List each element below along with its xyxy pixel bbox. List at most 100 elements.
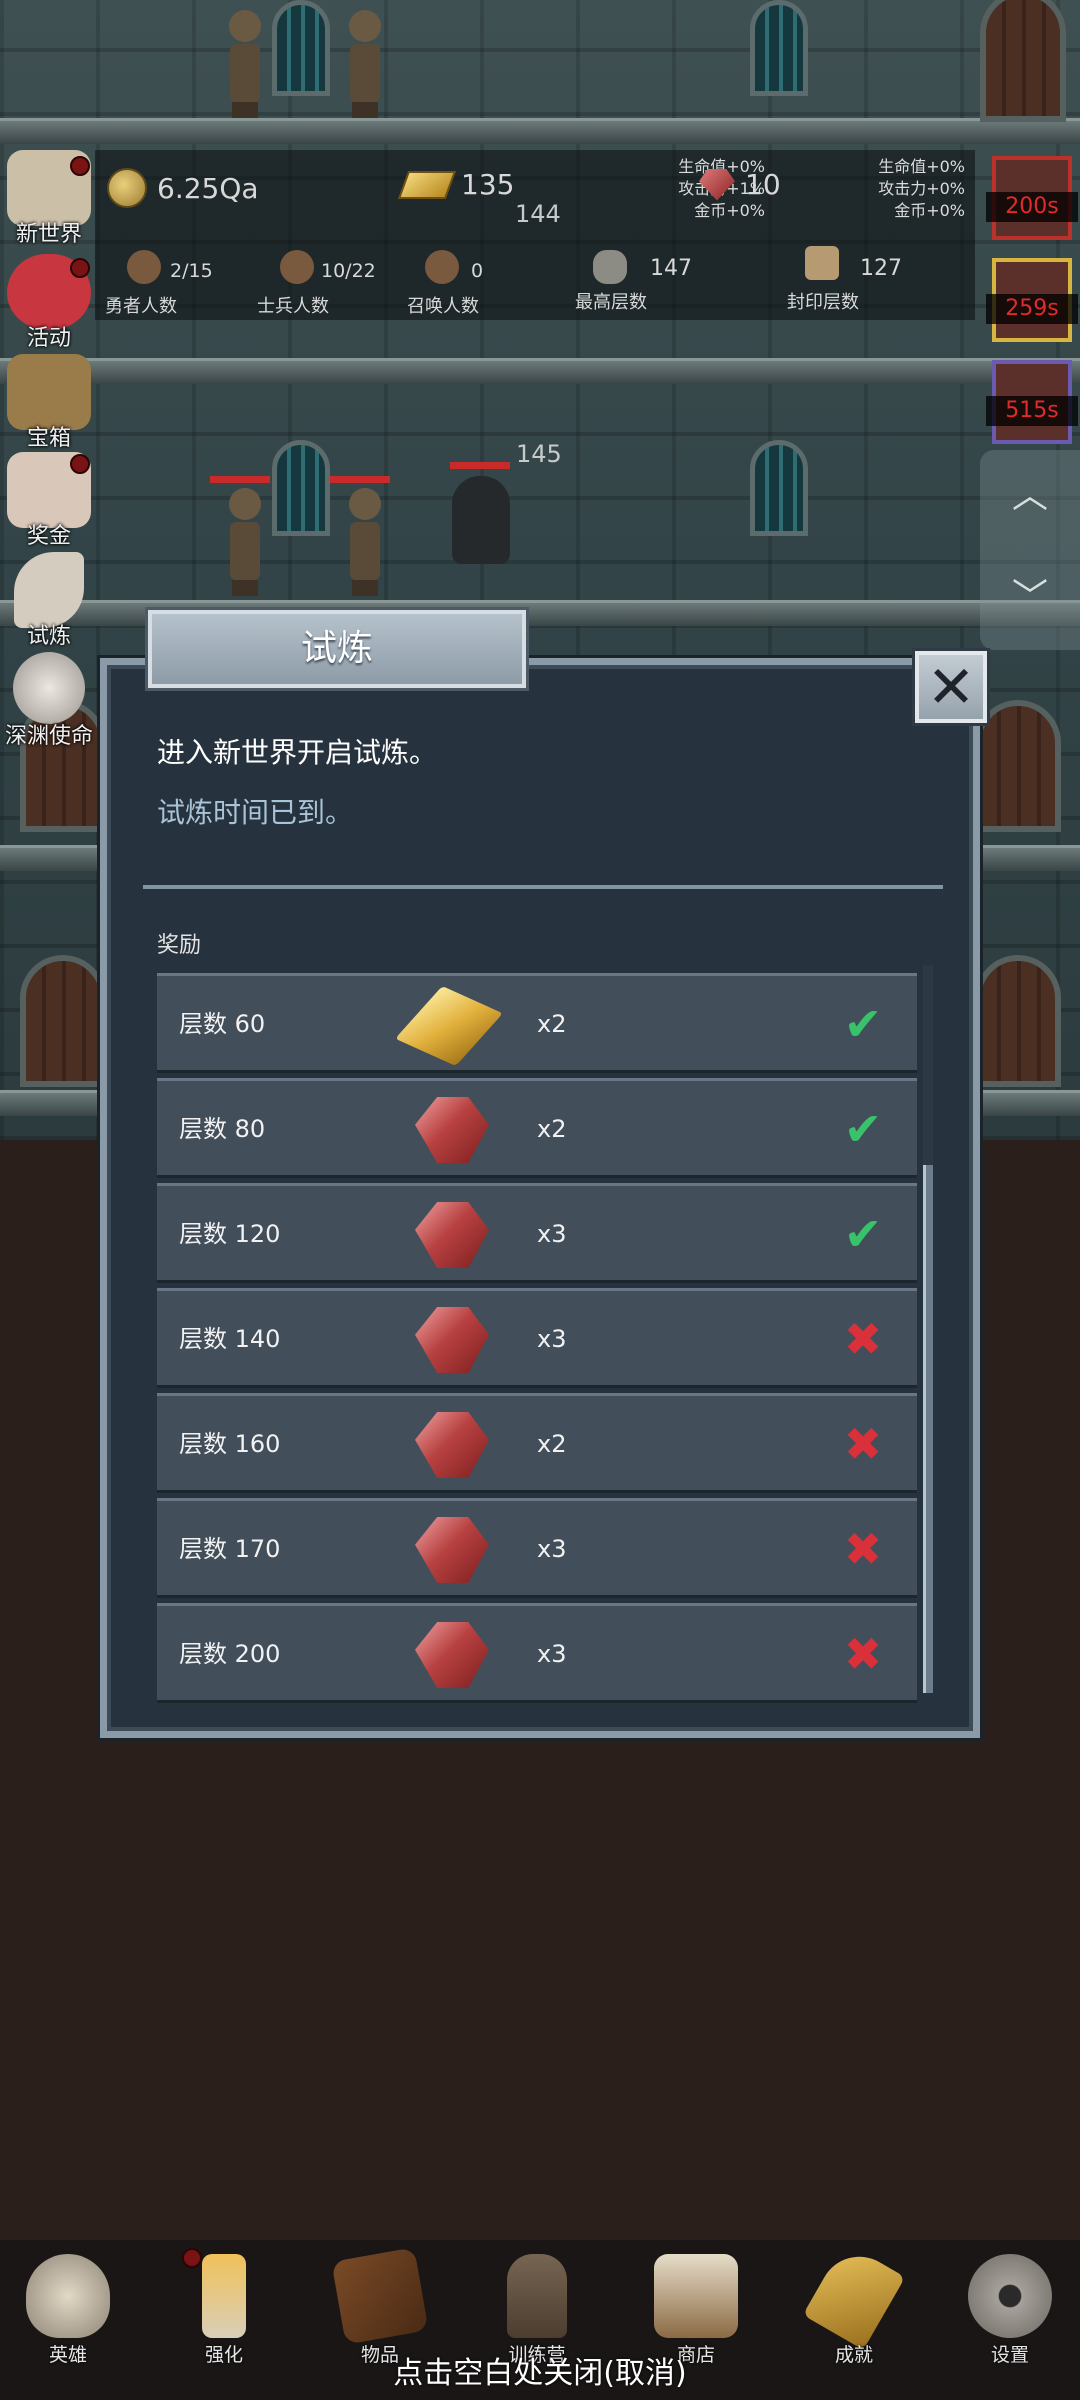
reward-qty: x3 [537,1220,567,1248]
label-text: 最高层数 [575,292,647,313]
ruby-icon [415,1097,489,1163]
book-icon [331,2247,429,2345]
reward-row: 层数 140 x3 ✖ [157,1288,917,1388]
ruby-icon [415,1307,489,1373]
coin-counter: 6.25Qa [107,168,259,208]
soldier-icon [280,250,314,284]
side-item-label: 宝箱 [26,426,71,451]
reward-qty: x3 [537,1535,567,1563]
cross-icon: ✖ [843,1522,883,1576]
gold-bar-icon [397,170,457,199]
label-text: 勇者人数 [105,296,177,317]
reward-qty: x3 [537,1325,567,1353]
coin-icon [107,168,147,208]
timer-reward-button[interactable]: 259s [986,258,1078,342]
bonus-coin: 金币+0% [694,201,765,220]
stone-icon [593,250,627,284]
candle-icon [202,2254,246,2338]
enemy-hp-bar [450,462,510,469]
check-icon: ✔ [843,1207,883,1261]
highest-floor-label: 最高层数 [575,288,647,314]
ruby-icon [415,1412,489,1478]
notification-dot [70,454,90,474]
summon-count: 0 [471,260,483,282]
enemy-hp-bar [210,476,270,483]
hero-character [225,488,265,598]
soldier-count-label: 士兵人数 [257,292,329,318]
bonus-hp: 生命值+0% [878,157,965,176]
notification-dot [182,2248,202,2268]
divider [143,885,943,889]
floor-ledge [0,118,1080,144]
hero-count-value: 2/15 [170,260,213,282]
reward-level: 层数 120 [179,1220,281,1248]
side-abyss-button[interactable]: 深渊使命 [0,652,98,749]
window [750,440,808,536]
enemy-hp-bar [330,476,390,483]
reward-level: 层数 170 [179,1535,281,1563]
reward-qty: x2 [537,1010,567,1038]
close-icon: ✕ [926,653,976,721]
reward-row: 层数 60 x2 ✔ [157,973,917,1073]
scroll-down-button[interactable]: ﹀ [1010,578,1050,618]
window [272,440,330,536]
timer-text: 515s [986,396,1078,426]
timer-reward-button[interactable]: 515s [986,360,1078,444]
reward-qty: x3 [537,1640,567,1668]
gold-value: 135 [461,168,515,201]
close-button[interactable]: ✕ [915,651,987,723]
resource-hud: 6.25Qa 135 144 生命值+0% 攻击力+1% 金币+0% 10 生命… [95,150,975,320]
summon-count-label: 召唤人数 [407,292,479,318]
summon-icon [425,250,459,284]
gear-icon [968,2254,1052,2338]
key-icon [802,2242,906,2350]
summon-count-value: 0 [471,260,484,282]
dialog-description: 进入新世界开启试炼。 [157,736,438,769]
hero-icon [127,250,161,284]
bonus-stats-right: 生命值+0% 攻击力+0% 金币+0% [765,156,965,222]
cross-icon: ✖ [843,1627,883,1681]
side-new-world-button[interactable]: 新世界 [0,150,98,247]
label-text: 召唤人数 [407,296,479,317]
hero-character [345,488,385,598]
side-item-label: 新世界 [15,222,82,247]
sealed-floor-label: 封印层数 [787,288,859,314]
close-hint[interactable]: 点击空白处关闭(取消) [0,2348,1080,2392]
reward-qty: x2 [537,1430,567,1458]
scroll-up-button[interactable]: ︿ [1010,476,1050,516]
side-item-label: 奖金 [26,524,71,549]
side-bonus-button[interactable]: 奖金 [0,452,98,549]
reward-row: 层数 160 x2 ✖ [157,1393,917,1493]
ruby-icon [415,1622,489,1688]
door [975,955,1061,1087]
bonus-atk: 攻击力+0% [878,179,965,198]
ruby-icon [415,1517,489,1583]
reward-row: 层数 80 x2 ✔ [157,1078,917,1178]
side-item-label: 深渊使命 [4,724,93,749]
floor-ledge [0,358,1080,384]
reward-scrollbar-thumb[interactable] [923,965,933,1165]
ruby-icon [415,1202,489,1268]
label-text: 士兵人数 [257,296,329,317]
mug-icon [654,2254,738,2338]
soldier-count-value: 10/22 [321,260,376,282]
reward-level: 层数 160 [179,1430,281,1458]
hero-count-label: 勇者人数 [105,292,177,318]
side-chest-button[interactable]: 宝箱 [0,354,98,451]
reward-qty: x2 [537,1115,567,1143]
reward-level: 层数 80 [179,1115,266,1143]
notification-dot [70,156,90,176]
bonus-coin: 金币+0% [894,201,965,220]
trial-dialog: 进入新世界开启试炼。 试炼时间已到。 奖励 层数 60 x2 ✔ 层数 80 x… [100,658,980,1738]
side-item-label: 活动 [26,326,71,351]
reward-row: 层数 200 x3 ✖ [157,1603,917,1703]
timer-reward-button[interactable]: 200s [986,156,1078,240]
side-event-button[interactable]: 活动 [0,254,98,351]
notification-dot [70,258,90,278]
dialog-title: 试炼 [148,610,526,688]
side-trial-button[interactable]: 试炼 [0,552,98,649]
timer-text: 259s [986,294,1078,324]
soldier-count: 10/22 [321,260,376,282]
reward-row: 层数 120 x3 ✔ [157,1183,917,1283]
side-item-label: 试炼 [26,624,71,649]
